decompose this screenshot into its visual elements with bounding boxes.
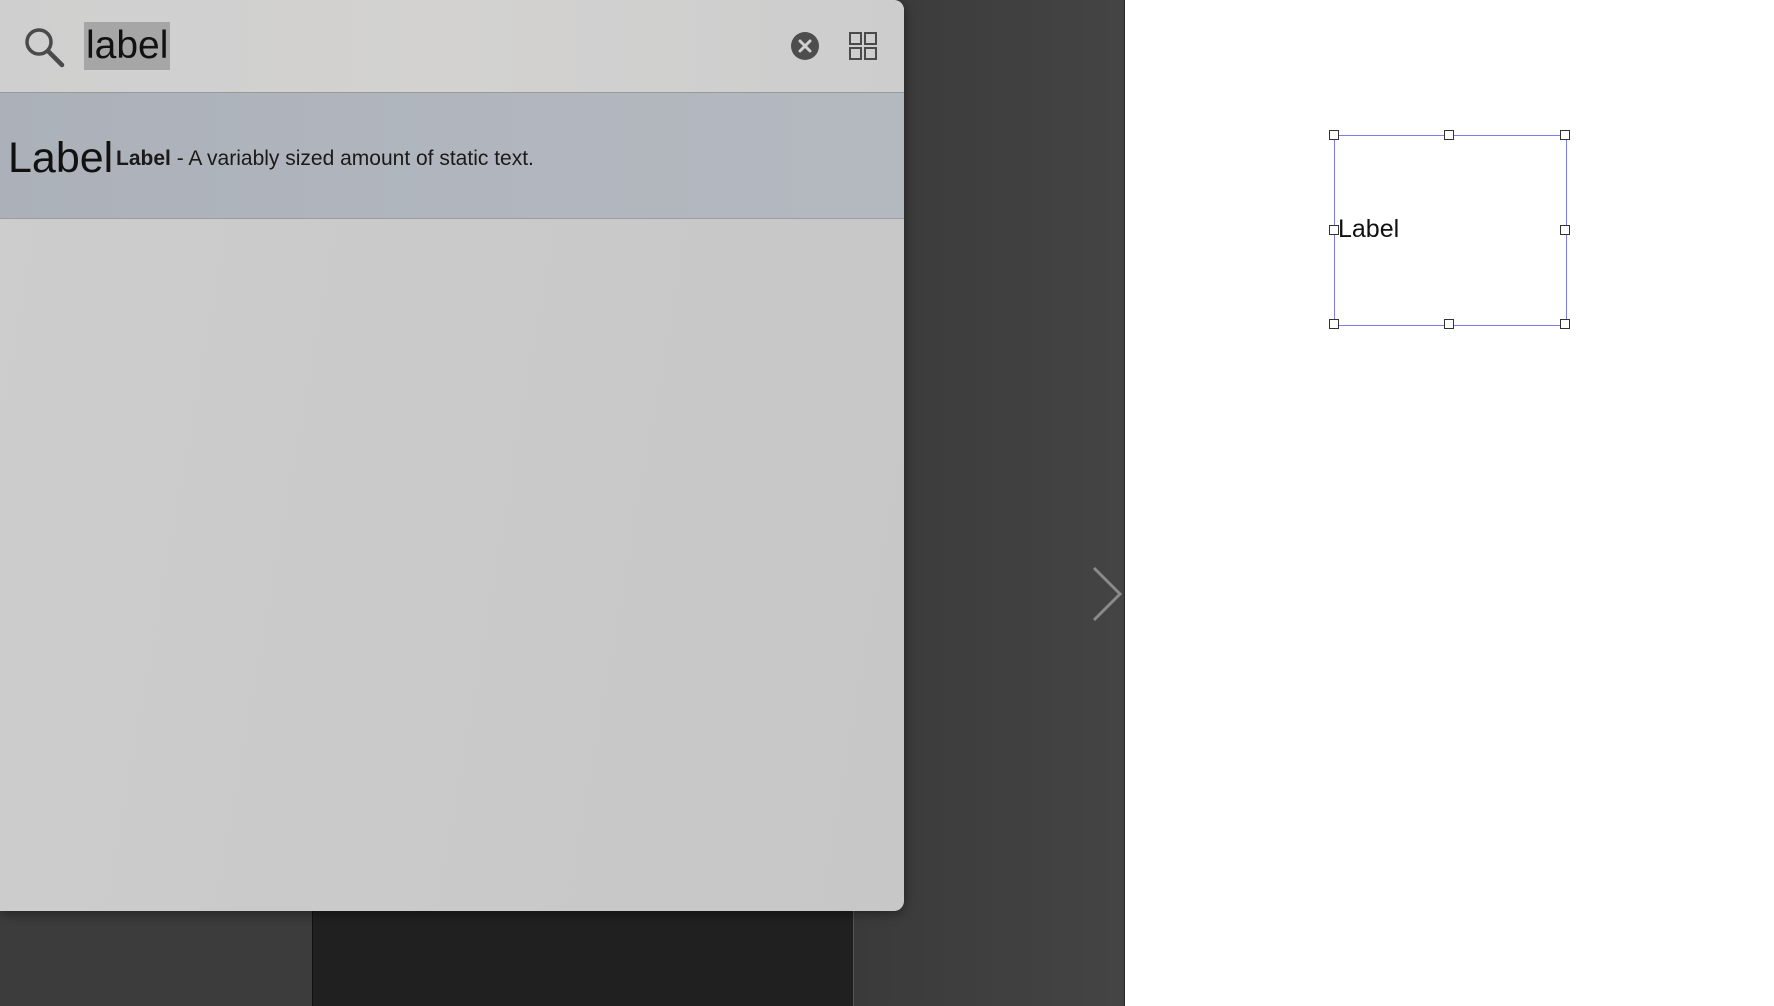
result-description: Label - A variably sized amount of stati… [116, 145, 534, 173]
result-preview: Label [8, 134, 114, 182]
search-input[interactable]: label [84, 22, 171, 70]
segue-arrow-icon[interactable] [966, 562, 1122, 622]
editor-panel-dark [312, 900, 854, 1006]
result-separator: - [170, 147, 189, 170]
object-library-popover: label Label Label - A variably sized amo… [0, 0, 904, 911]
search-icon [25, 28, 65, 68]
resize-handle-top[interactable] [1444, 130, 1454, 140]
clear-icon[interactable] [790, 31, 820, 61]
resize-handle-top-left[interactable] [1329, 130, 1339, 140]
editor-panel-left [0, 900, 312, 1006]
grid-view-icon[interactable] [848, 31, 878, 61]
resize-handle-right[interactable] [1560, 225, 1570, 235]
resize-handle-top-right[interactable] [1560, 130, 1570, 140]
library-result-label[interactable]: Label Label - A variably sized amount of… [0, 93, 904, 219]
result-name: Label [116, 147, 171, 170]
resize-handle-bottom-left[interactable] [1329, 319, 1339, 329]
search-query-text[interactable]: label [84, 22, 171, 70]
resize-handle-bottom[interactable] [1444, 319, 1454, 329]
canvas-label[interactable]: Label [1338, 214, 1399, 244]
resize-handle-bottom-right[interactable] [1560, 319, 1570, 329]
library-search-bar: label [0, 0, 904, 93]
result-summary: A variably sized amount of static text. [188, 147, 534, 170]
resize-handle-left[interactable] [1329, 225, 1339, 235]
